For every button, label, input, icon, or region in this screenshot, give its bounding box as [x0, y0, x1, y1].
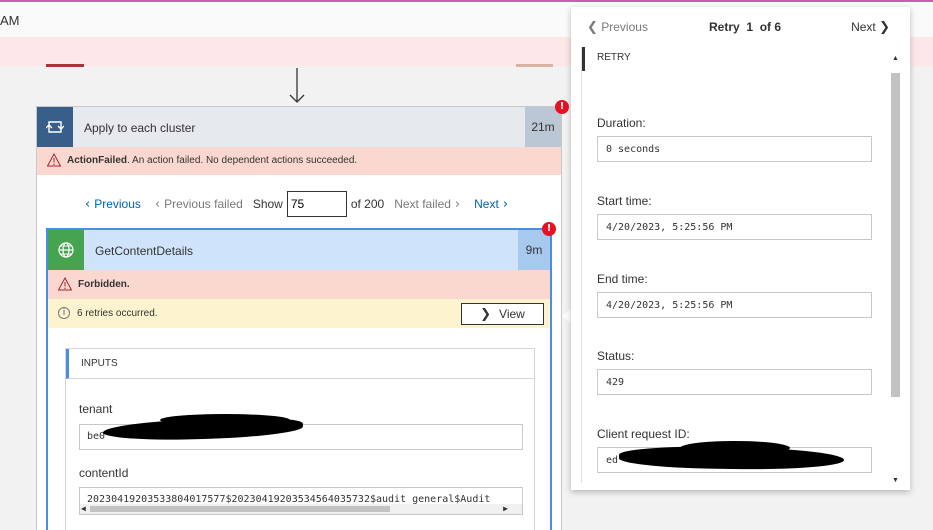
chevron-left-icon: ❮ — [587, 20, 598, 35]
retry-details-panel: ❮ Previous Retry 1 of 6 Next ❯ RETRY Dur… — [571, 7, 910, 490]
chevron-left-icon: ‹ — [85, 196, 91, 212]
get-content-details-card: GetContentDetails 9m Forbidden. i 6 retr… — [46, 228, 552, 530]
inputs-header: INPUTS — [66, 349, 534, 379]
scroll-right-arrow-icon[interactable]: ▶ — [503, 504, 508, 514]
view-retries-button[interactable]: ❯ View — [461, 303, 544, 325]
apply-to-each-duration: 21m — [525, 107, 561, 147]
iteration-pager: ‹Previous ‹Previous failed Show of 200 N… — [81, 191, 512, 217]
pager-next-failed-link[interactable]: Next failed › — [394, 197, 464, 212]
scroll-up-arrow-icon[interactable]: ▲ — [892, 55, 899, 62]
forbidden-text: Forbidden. — [78, 279, 130, 290]
tenant-label: tenant — [79, 402, 113, 416]
retry-previous-link[interactable]: ❮ Previous — [587, 20, 648, 35]
outer-error-badge: ! — [555, 100, 569, 114]
retry-details-body: RETRY Duration: 0 seconds Start time: 4/… — [581, 47, 897, 483]
client-request-id-value: ed — [606, 455, 619, 466]
end-time-label: End time: — [597, 272, 648, 286]
scroll-down-arrow-icon[interactable]: ▼ — [892, 477, 899, 484]
redaction-mark — [160, 414, 290, 426]
top-bar-label: AM — [0, 13, 20, 28]
retry-next-link[interactable]: Next ❯ — [851, 20, 890, 35]
inner-error-badge: ! — [542, 222, 556, 236]
chevron-right-icon: ❯ — [480, 306, 492, 322]
retry-pager: ❮ Previous Retry 1 of 6 Next ❯ — [571, 7, 910, 47]
get-content-details-header[interactable]: GetContentDetails 9m — [48, 230, 550, 270]
redaction-mark — [680, 441, 790, 455]
duration-label: Duration: — [597, 116, 646, 130]
client-request-id-label: Client request ID: — [597, 427, 690, 441]
retry-index: 1 — [746, 20, 754, 34]
retry-previous-label: Previous — [601, 20, 648, 34]
inputs-section: INPUTS tenant be0 contentId 202304192035… — [65, 348, 535, 530]
horizontal-scroll-thumb[interactable] — [90, 506, 390, 512]
pager-show-label: Show — [252, 197, 283, 211]
action-failed-banner: ActionFailed. An action failed. No depen… — [37, 147, 561, 175]
vertical-scroll-thumb[interactable] — [891, 73, 900, 397]
apply-to-each-header[interactable]: Apply to each cluster 21m — [37, 107, 561, 147]
content-id-label: contentId — [79, 466, 129, 480]
apply-to-each-title: Apply to each cluster — [84, 121, 196, 135]
strip-accent-right — [516, 64, 553, 67]
get-content-details-title: GetContentDetails — [95, 244, 194, 258]
scroll-left-arrow-icon[interactable]: ◀ — [81, 504, 86, 514]
info-icon: i — [58, 307, 70, 319]
end-time-field[interactable]: 4/20/2023, 5:25:56 PM — [597, 292, 872, 318]
horizontal-scrollbar[interactable]: ◀ ▶ — [80, 504, 522, 514]
view-button-label: View — [499, 307, 525, 321]
error-text: . An action failed. No dependent actions… — [127, 155, 358, 166]
pager-total: of 200 — [350, 197, 385, 211]
get-content-details-duration: 9m — [518, 230, 550, 270]
chevron-right-icon: › — [502, 196, 509, 212]
retry-position: Retry 1 of 6 — [709, 20, 781, 34]
pager-previous-failed-label: Previous failed — [164, 196, 243, 211]
error-code: ActionFailed — [67, 155, 128, 166]
content-id-field[interactable]: 20230419203533804017577$2023041920353456… — [79, 487, 523, 515]
retries-text: 6 retries occurred. — [77, 308, 158, 319]
pager-next-failed-label: Next failed — [394, 196, 451, 211]
warning-icon — [58, 277, 72, 291]
globe-icon — [48, 230, 84, 270]
status-label: Status: — [597, 349, 635, 363]
retry-label: Retry — [709, 20, 740, 34]
duration-field[interactable]: 0 seconds — [597, 136, 872, 162]
loop-icon — [37, 107, 73, 147]
warning-icon — [47, 153, 61, 167]
pager-next-link[interactable]: Next › — [474, 197, 512, 212]
start-time-field[interactable]: 4/20/2023, 5:25:56 PM — [597, 214, 872, 240]
status-field[interactable]: 429 — [597, 369, 872, 395]
forbidden-banner: Forbidden. — [48, 270, 550, 299]
chevron-right-icon: › — [454, 196, 461, 212]
retry-section-header: RETRY — [582, 47, 887, 71]
apply-to-each-card: Apply to each cluster 21m ActionFailed. … — [36, 106, 562, 530]
chevron-right-icon: ❯ — [879, 20, 890, 35]
retry-total: of 6 — [759, 20, 782, 34]
retry-next-label: Next — [851, 20, 876, 34]
strip-accent-left — [46, 64, 84, 67]
pager-next-label: Next — [474, 196, 499, 211]
down-arrow-icon — [289, 68, 305, 103]
start-time-label: Start time: — [597, 194, 652, 208]
pager-previous-link[interactable]: ‹ Previous — [81, 197, 141, 212]
chevron-left-icon: ‹ — [154, 196, 161, 212]
vertical-scrollbar[interactable]: ▲ ▼ — [887, 47, 904, 490]
pager-previous-failed-link[interactable]: ‹ Previous failed — [151, 197, 243, 212]
pager-previous-label: Previous — [94, 196, 141, 211]
iteration-input[interactable] — [286, 191, 347, 217]
